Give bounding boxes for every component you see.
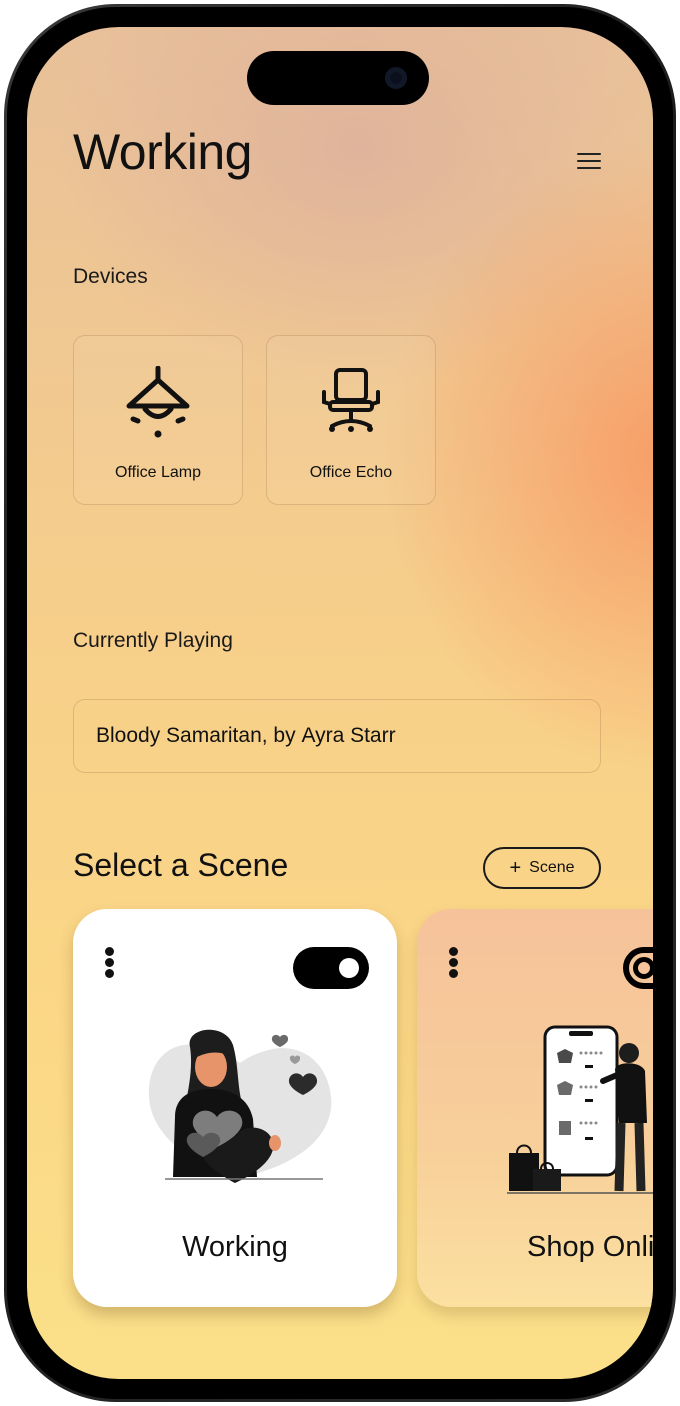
woman-shopping-phone-illustration bbox=[507, 1025, 653, 1194]
add-scene-button[interactable]: + Scene bbox=[483, 847, 601, 889]
song-artist: Ayra Starr bbox=[301, 724, 396, 747]
page-title: Working bbox=[73, 124, 252, 180]
device-label: Office Echo bbox=[309, 464, 393, 481]
add-scene-label: Scene bbox=[529, 859, 575, 876]
devices-label: Devices bbox=[73, 265, 148, 288]
phone-frame: Working Devices Office Lamp Office Echo … bbox=[4, 4, 676, 1402]
woman-holding-heart-illustration bbox=[148, 1029, 332, 1183]
select-scene-heading: Select a Scene bbox=[73, 847, 289, 883]
dynamic-island bbox=[247, 51, 429, 105]
device-card-office-lamp[interactable]: Office Lamp bbox=[73, 335, 243, 505]
office-chair-icon bbox=[322, 368, 380, 432]
camera-icon bbox=[385, 67, 407, 89]
more-options-icon[interactable] bbox=[103, 947, 115, 979]
scene-name: Shop Online bbox=[527, 1231, 653, 1263]
more-options-icon[interactable] bbox=[447, 947, 459, 979]
song-separator: , by bbox=[261, 724, 302, 747]
now-playing-card[interactable]: Bloody Samaritan, by Ayra Starr bbox=[73, 699, 601, 773]
scene-name: Working bbox=[182, 1231, 288, 1263]
scene-toggle-off[interactable] bbox=[623, 947, 653, 989]
scene-card-shop-online[interactable]: Shop Online bbox=[417, 909, 653, 1307]
song-title: Bloody Samaritan bbox=[96, 724, 262, 747]
scene-card-working[interactable]: Working bbox=[73, 909, 397, 1307]
phone-bezel: Working Devices Office Lamp Office Echo … bbox=[7, 7, 673, 1399]
app-screen: Working Devices Office Lamp Office Echo … bbox=[27, 27, 653, 1379]
plus-icon: + bbox=[509, 857, 522, 879]
device-card-office-echo[interactable]: Office Echo bbox=[266, 335, 436, 505]
ceiling-lamp-icon bbox=[126, 366, 190, 438]
scene-toggle-on[interactable] bbox=[293, 947, 369, 989]
device-label: Office Lamp bbox=[115, 464, 201, 481]
currently-playing-label: Currently Playing bbox=[73, 629, 233, 652]
hamburger-menu-icon[interactable] bbox=[577, 153, 601, 173]
